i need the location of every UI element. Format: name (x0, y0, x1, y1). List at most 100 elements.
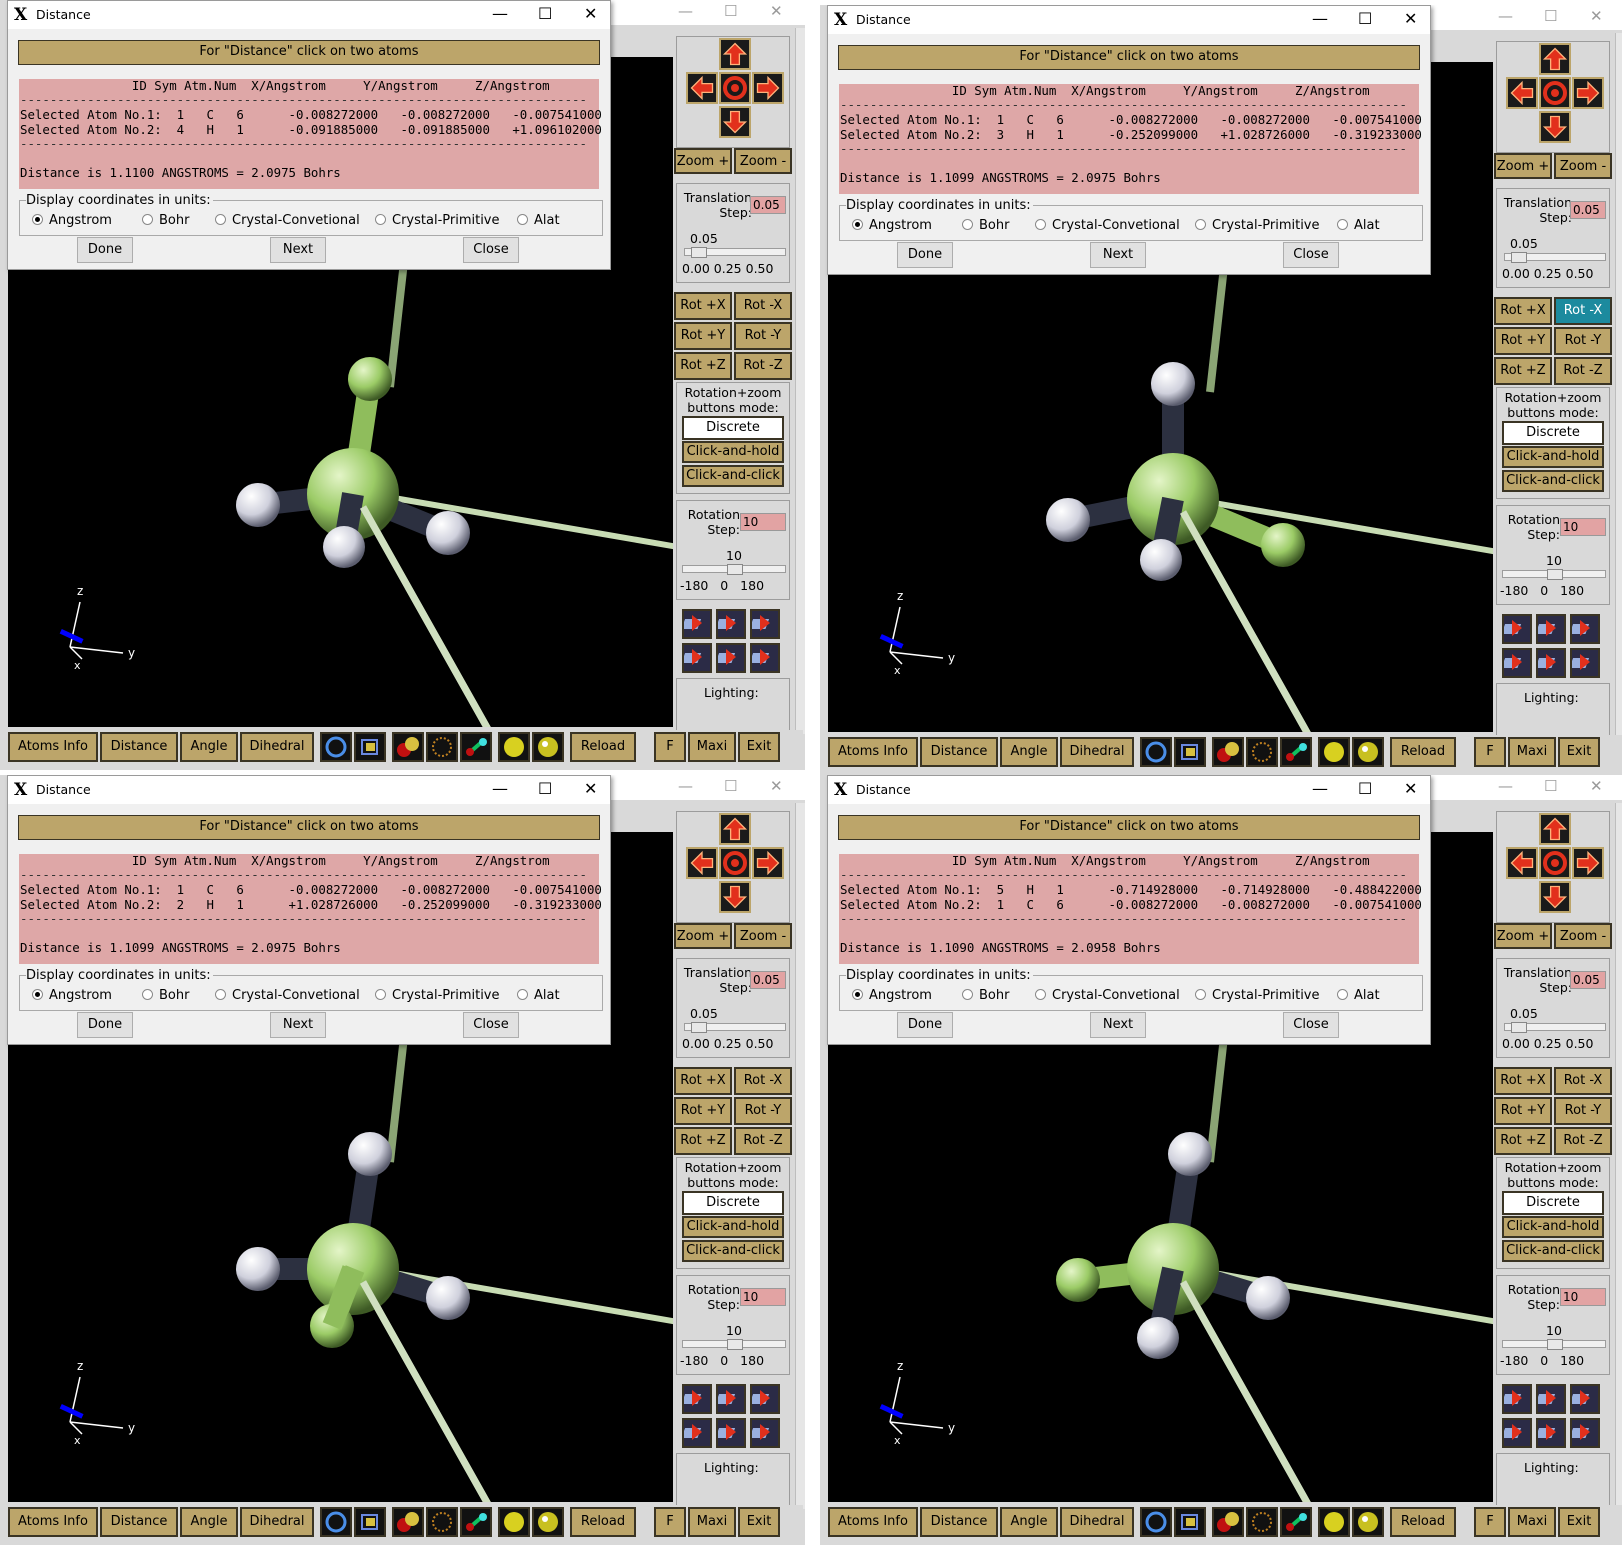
dialog-close-icon[interactable]: ✕ (1404, 9, 1417, 28)
dihedral-button[interactable]: Dihedral (1060, 737, 1134, 767)
maximize-icon[interactable]: ☐ (724, 2, 737, 20)
unit-radio-angstrom[interactable]: Angstrom (852, 218, 932, 233)
minimize-icon[interactable]: — (678, 2, 693, 20)
translate-right-button[interactable] (752, 72, 784, 104)
f-button[interactable]: F (654, 1507, 686, 1537)
rot-plus-z-button[interactable]: Rot +Z (1494, 357, 1552, 385)
cell-icon[interactable] (354, 1507, 386, 1537)
textured-sphere-icon[interactable] (532, 732, 564, 762)
close-button[interactable]: Close (1283, 242, 1339, 268)
exit-button[interactable]: Exit (738, 1507, 780, 1537)
wireframe-icon[interactable] (1246, 737, 1278, 767)
view-back-icon[interactable] (1569, 614, 1600, 644)
center-button[interactable] (719, 847, 751, 879)
center-button[interactable] (1539, 847, 1571, 879)
plane-y-icon[interactable] (715, 1418, 746, 1448)
plane-z-icon[interactable] (749, 643, 780, 673)
unit-radio-crystal-convetional[interactable]: Crystal-Convetional (215, 988, 360, 1003)
atoms-info-button[interactable]: Atoms Info (828, 737, 918, 767)
distance-button[interactable]: Distance (100, 732, 178, 762)
mode-click-and-hold-button[interactable]: Click-and-hold (682, 1216, 784, 1238)
atoms-info-button[interactable]: Atoms Info (828, 1507, 918, 1537)
translate-left-button[interactable] (1506, 77, 1538, 109)
mode-discrete-button[interactable]: Discrete (1502, 421, 1604, 445)
rotation-step-input[interactable]: 10 (1560, 1288, 1606, 1306)
rot-minus-y-button[interactable]: Rot -Y (734, 1097, 792, 1125)
translate-right-button[interactable] (1572, 77, 1604, 109)
rot-minus-z-button[interactable]: Rot -Z (1554, 357, 1612, 385)
molecule-icon[interactable] (1140, 737, 1172, 767)
rot-plus-x-button[interactable]: Rot +X (674, 1067, 732, 1095)
close-icon[interactable]: ✕ (1590, 7, 1603, 25)
perspective-icon[interactable] (681, 609, 712, 639)
rot-plus-y-button[interactable]: Rot +Y (1494, 1097, 1552, 1125)
mode-click-and-click-button[interactable]: Click-and-click (1502, 1240, 1604, 1262)
unit-radio-bohr[interactable]: Bohr (962, 988, 1009, 1003)
ball-stick-icon[interactable] (392, 1507, 424, 1537)
dialog-maximize-icon[interactable]: ☐ (538, 779, 552, 798)
mode-click-and-hold-button[interactable]: Click-and-hold (1502, 446, 1604, 468)
exit-button[interactable]: Exit (1558, 737, 1600, 767)
maxi-button[interactable]: Maxi (688, 732, 736, 762)
dialog-maximize-icon[interactable]: ☐ (1358, 779, 1372, 798)
rot-plus-z-button[interactable]: Rot +Z (674, 1127, 732, 1155)
view-back-icon[interactable] (749, 1384, 780, 1414)
atoms-info-button[interactable]: Atoms Info (8, 732, 98, 762)
unit-radio-angstrom[interactable]: Angstrom (32, 988, 112, 1003)
maxi-button[interactable]: Maxi (1508, 1507, 1556, 1537)
sticks-icon[interactable] (1280, 737, 1312, 767)
maximize-icon[interactable]: ☐ (1544, 777, 1557, 795)
perspective-icon[interactable] (681, 1384, 712, 1414)
rotation-slider[interactable] (682, 564, 786, 575)
reload-button[interactable]: Reload (1390, 1507, 1456, 1537)
plane-x-icon[interactable] (1501, 648, 1532, 678)
textured-sphere-icon[interactable] (1352, 737, 1384, 767)
zoom-minus-button[interactable]: Zoom - (1554, 923, 1612, 949)
translate-right-button[interactable] (752, 847, 784, 879)
close-button[interactable]: Close (463, 1012, 519, 1038)
maximize-icon[interactable]: ☐ (724, 777, 737, 795)
dialog-maximize-icon[interactable]: ☐ (1358, 9, 1372, 28)
unit-radio-crystal-primitive[interactable]: Crystal-Primitive (1195, 218, 1320, 233)
rot-plus-x-button[interactable]: Rot +X (1494, 1067, 1552, 1095)
plane-y-icon[interactable] (715, 643, 746, 673)
translate-down-button[interactable] (719, 881, 751, 913)
rotation-slider[interactable] (682, 1339, 786, 1350)
cell-icon[interactable] (354, 732, 386, 762)
ball-stick-icon[interactable] (1212, 737, 1244, 767)
unit-radio-alat[interactable]: Alat (1337, 218, 1380, 233)
wireframe-icon[interactable] (426, 732, 458, 762)
ball-stick-icon[interactable] (1212, 1507, 1244, 1537)
unit-radio-bohr[interactable]: Bohr (142, 213, 189, 228)
solid-sphere-icon[interactable] (498, 732, 530, 762)
textured-sphere-icon[interactable] (532, 1507, 564, 1537)
translate-right-button[interactable] (1572, 847, 1604, 879)
translation-step-input[interactable]: 0.05 (750, 971, 786, 989)
translation-slider[interactable] (684, 247, 786, 258)
rot-minus-x-button[interactable]: Rot -X (1554, 297, 1612, 325)
rot-minus-x-button[interactable]: Rot -X (734, 292, 792, 320)
zoom-plus-button[interactable]: Zoom + (1494, 923, 1552, 949)
rotation-step-input[interactable]: 10 (740, 513, 786, 531)
angle-button[interactable]: Angle (1000, 737, 1058, 767)
unit-radio-angstrom[interactable]: Angstrom (32, 213, 112, 228)
atoms-info-button[interactable]: Atoms Info (8, 1507, 98, 1537)
done-button[interactable]: Done (77, 1012, 133, 1038)
maximize-icon[interactable]: ☐ (1544, 7, 1557, 25)
translate-down-button[interactable] (719, 106, 751, 138)
translate-up-button[interactable] (719, 38, 751, 70)
translate-down-button[interactable] (1539, 111, 1571, 143)
center-button[interactable] (719, 72, 751, 104)
translate-left-button[interactable] (686, 847, 718, 879)
close-icon[interactable]: ✕ (1590, 777, 1603, 795)
molecule-icon[interactable] (320, 732, 352, 762)
dialog-maximize-icon[interactable]: ☐ (538, 4, 552, 23)
mode-click-and-hold-button[interactable]: Click-and-hold (1502, 1216, 1604, 1238)
plane-y-icon[interactable] (1535, 1418, 1566, 1448)
rot-minus-y-button[interactable]: Rot -Y (1554, 327, 1612, 355)
close-icon[interactable]: ✕ (770, 777, 783, 795)
translation-step-input[interactable]: 0.05 (750, 196, 786, 214)
rotation-step-input[interactable]: 10 (740, 1288, 786, 1306)
view-front-icon[interactable] (715, 1384, 746, 1414)
f-button[interactable]: F (1474, 737, 1506, 767)
